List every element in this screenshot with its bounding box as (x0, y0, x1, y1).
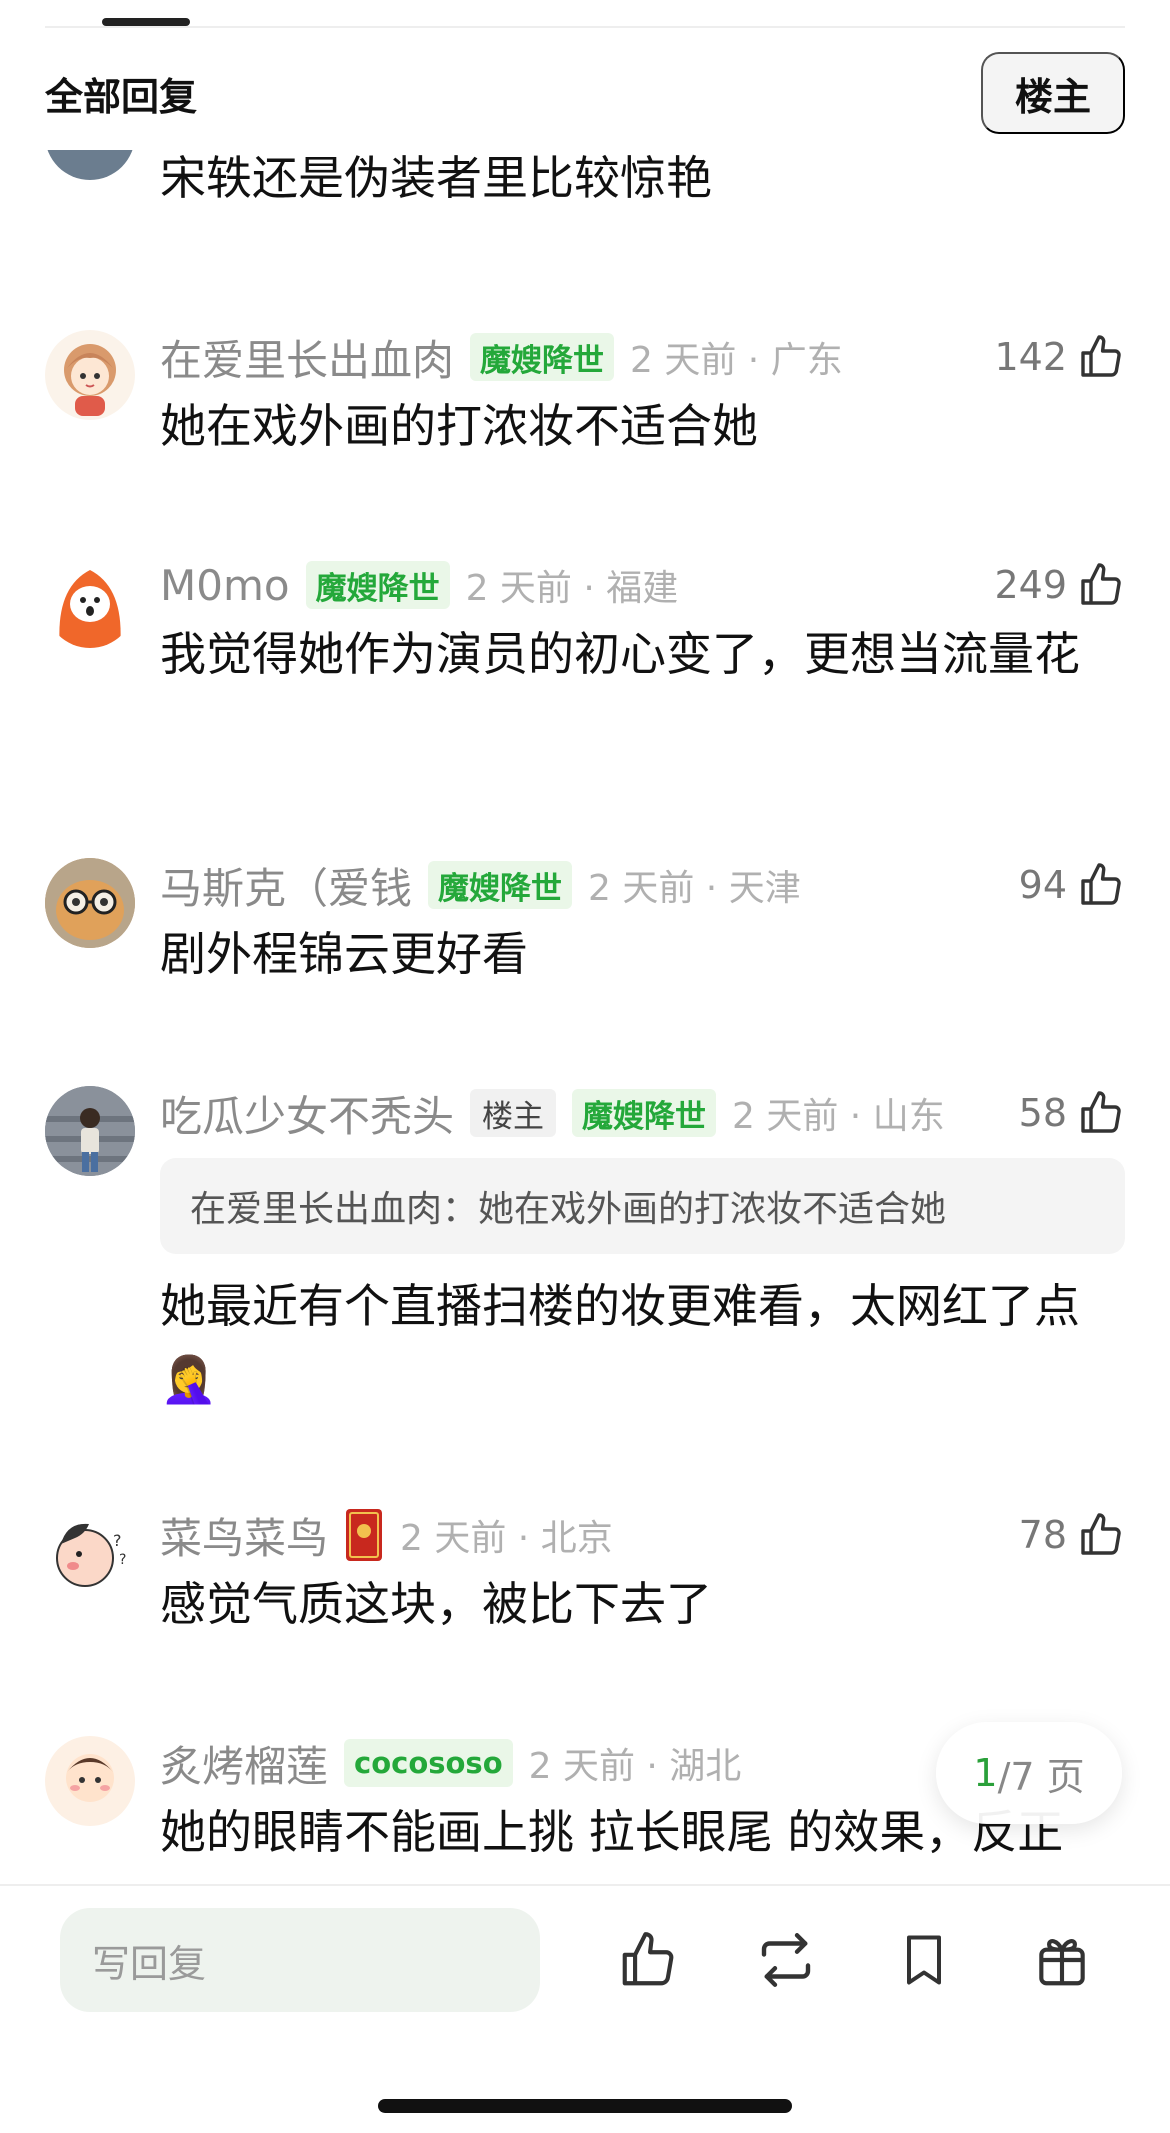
like-count: 78 (1018, 1513, 1067, 1557)
username[interactable]: M0mo (160, 561, 290, 610)
section-title: 全部回复 (45, 74, 198, 119)
comment-item: 吃瓜少女不秃头 楼主 魔嫂降世 2 天前 · 山东 58 在爱里长出血肉：她在戏… (0, 1078, 1170, 1428)
thumbs-up-icon (1081, 863, 1121, 905)
username[interactable]: 炙烤榴莲 (160, 1733, 328, 1794)
avatar[interactable] (45, 858, 135, 948)
comment-text: 她最近有个直播扫楼的妆更难看，太网红了点🤦‍♀️ (160, 1279, 1080, 1406)
comment-text: 感觉气质这块，被比下去了 (160, 1577, 712, 1631)
comment-text: 她在戏外画的打浓妆不适合她 (160, 399, 758, 453)
avatar[interactable] (45, 1086, 135, 1176)
username[interactable]: 马斯克（爱钱 (160, 855, 412, 916)
comment-time-location: 2 天前 · 湖北 (528, 1746, 742, 1787)
home-indicator (378, 2099, 792, 2113)
like-button[interactable]: 78 (1019, 1500, 1125, 1570)
like-count: 249 (994, 563, 1067, 607)
quoted-reply[interactable]: 在爱里长出血肉：她在戏外画的打浓妆不适合她 (160, 1158, 1125, 1254)
repost-icon (761, 1933, 811, 1987)
comment-time-location: 2 天前 · 北京 (400, 1518, 613, 1559)
thumbs-up-icon (622, 1932, 674, 1986)
current-page: 1 (973, 1751, 998, 1795)
like-button[interactable]: 249 (994, 550, 1125, 620)
thumbs-up-icon (1081, 1513, 1121, 1555)
total-pages: /7 页 (997, 1754, 1085, 1799)
fan-badge[interactable]: 魔嫂降世 (572, 1089, 717, 1137)
fan-badge[interactable]: 魔嫂降世 (470, 333, 615, 381)
repost-button[interactable] (746, 1920, 826, 2000)
comment-item: 宋轶还是伪装者里比较惊艳 (0, 150, 1170, 240)
like-button[interactable]: 94 (1019, 850, 1125, 920)
comment-meta: 在爱里长出血肉 魔嫂降世 2 天前 · 广东 (160, 322, 1125, 392)
bookmark-button[interactable] (884, 1920, 964, 2000)
bookmark-icon (907, 1935, 941, 1985)
username[interactable]: 在爱里长出血肉 (160, 327, 454, 388)
comment-item: ? ? 菜鸟菜鸟 2 天前 · 北京 78 感觉气质这块，被比下去了 (0, 1500, 1170, 1640)
page-indicator[interactable]: 1 /7 页 (936, 1722, 1122, 1824)
thumbs-up-icon (1081, 563, 1121, 605)
svg-text:?: ? (119, 1552, 126, 1568)
fan-badge[interactable]: cocososo (344, 1739, 513, 1787)
comment-time-location: 2 天前 · 广东 (630, 340, 843, 381)
like-count: 142 (994, 335, 1067, 379)
comment-time-location: 2 天前 · 福建 (465, 568, 679, 609)
username[interactable]: 吃瓜少女不秃头 (160, 1083, 454, 1144)
svg-text:?: ? (113, 1531, 122, 1550)
gift-icon (1039, 1939, 1085, 1986)
avatar[interactable] (45, 330, 135, 420)
username[interactable]: 菜鸟菜鸟 (160, 1505, 328, 1566)
like-count: 94 (1018, 863, 1067, 907)
red-envelope-badge-icon[interactable] (344, 1507, 384, 1563)
comment-text: 剧外程锦云更好看 (160, 927, 528, 981)
like-post-button[interactable] (608, 1920, 688, 2000)
comment-item: 在爱里长出血肉 魔嫂降世 2 天前 · 广东 142 她在戏外画的打浓妆不适合她 (0, 322, 1170, 462)
fan-badge[interactable]: 魔嫂降世 (305, 561, 450, 609)
comment-item: 马斯克（爱钱 魔嫂降世 2 天前 · 天津 94 剧外程锦云更好看 (0, 850, 1170, 990)
comment-item: M0mo 魔嫂降世 2 天前 · 福建 249 我觉得她作为演员的初心变了，更想… (0, 550, 1170, 770)
comment-text: 我觉得她作为演员的初心变了，更想当流量花 (160, 627, 1080, 681)
avatar[interactable] (45, 1736, 135, 1826)
divider (45, 26, 1125, 28)
thumbs-up-icon (1081, 335, 1121, 377)
comment-time-location: 2 天前 · 山东 (732, 1096, 945, 1137)
thumbs-up-icon (1081, 1091, 1121, 1133)
gift-button[interactable] (1022, 1920, 1102, 2000)
fan-badge[interactable]: 魔嫂降世 (428, 861, 573, 909)
avatar[interactable]: ? ? (45, 1508, 135, 1598)
comment-meta: 马斯克（爱钱 魔嫂降世 2 天前 · 天津 (160, 850, 1125, 920)
comment-meta: 菜鸟菜鸟 2 天前 · 北京 (160, 1500, 1125, 1570)
bottom-action-bar: 写回复 (0, 1884, 1170, 2133)
comment-meta: 吃瓜少女不秃头 楼主 魔嫂降世 2 天前 · 山东 (160, 1078, 1125, 1148)
comment-text: 宋轶还是伪装者里比较惊艳 (160, 151, 712, 205)
like-button[interactable]: 58 (1019, 1078, 1125, 1148)
active-tab-indicator (102, 18, 190, 26)
comment-meta: M0mo 魔嫂降世 2 天前 · 福建 (160, 550, 1125, 620)
op-only-filter-button[interactable]: 楼主 (980, 52, 1125, 134)
reply-input[interactable]: 写回复 (60, 1908, 540, 2012)
replies-header: 全部回复 楼主 (45, 52, 1125, 134)
like-button[interactable]: 142 (994, 322, 1125, 392)
avatar[interactable] (45, 558, 135, 648)
op-badge: 楼主 (470, 1089, 557, 1137)
comment-time-location: 2 天前 · 天津 (588, 868, 801, 909)
like-count: 58 (1018, 1091, 1067, 1135)
